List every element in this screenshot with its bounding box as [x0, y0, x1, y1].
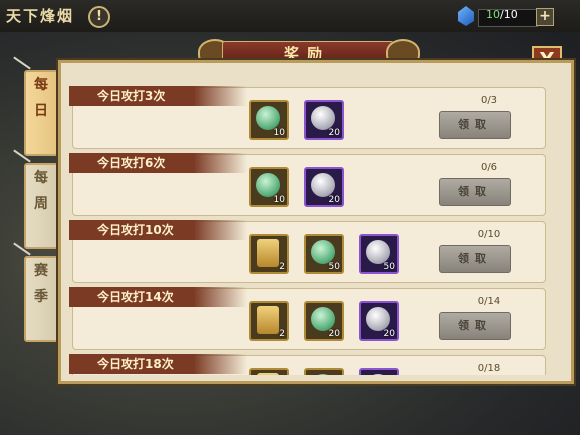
reward-item-silver[interactable]: 50 — [359, 234, 399, 274]
item-quantity: 20 — [328, 195, 340, 205]
task-progress: 0/10 — [477, 229, 501, 240]
item-quantity: 50 — [383, 262, 395, 272]
reward-item-silver[interactable]: 20 — [304, 167, 344, 207]
silver-coin-icon — [366, 374, 390, 375]
item-quantity: 20 — [328, 329, 340, 339]
reward-row: 今日攻打14次 2 20 20 0/14 领取 — [69, 287, 546, 350]
reward-item-silver[interactable]: 20 — [359, 301, 399, 341]
claim-button[interactable]: 领取 — [439, 111, 511, 139]
scroll-icon — [257, 373, 279, 375]
silver-coin-icon — [366, 240, 390, 264]
item-quantity: 20 — [383, 329, 395, 339]
silver-coin-icon — [311, 106, 335, 130]
claim-button[interactable]: 领取 — [439, 245, 511, 273]
item-quantity: 2 — [279, 262, 285, 272]
jade-coin-icon — [256, 173, 280, 197]
tab-daily-label-1: 每 — [34, 77, 48, 93]
task-label: 今日攻打18次 — [69, 354, 247, 374]
scroll-icon — [257, 306, 279, 334]
energy-text: 10/10 — [486, 8, 518, 21]
reward-item-scroll[interactable]: 2 — [249, 234, 289, 274]
tab-season[interactable]: 赛 季 — [24, 256, 58, 342]
tab-weekly-label-2: 周 — [34, 196, 48, 212]
task-progress: 0/18 — [477, 363, 501, 374]
reward-item-jade[interactable] — [304, 368, 344, 375]
task-progress: 0/14 — [477, 296, 501, 307]
reward-row: 今日攻打10次 2 50 50 0/10 领取 — [69, 220, 546, 283]
reward-item-silver[interactable]: 20 — [304, 100, 344, 140]
tab-daily[interactable]: 每 日 — [24, 70, 58, 156]
top-bar: 天下烽烟 ! 10/10 + — [0, 0, 580, 32]
task-label: 今日攻打10次 — [69, 220, 247, 240]
jade-coin-icon — [311, 307, 335, 331]
reward-item-scroll[interactable]: 2 — [249, 301, 289, 341]
item-quantity: 10 — [273, 128, 285, 138]
item-quantity: 2 — [279, 329, 285, 339]
claim-button[interactable]: 领取 — [439, 178, 511, 206]
silver-coin-icon — [311, 173, 335, 197]
tab-season-label-1: 赛 — [34, 263, 48, 279]
game-title: 天下烽烟 — [6, 7, 75, 25]
reward-row: 今日攻打18次 0/18 领取 — [69, 354, 546, 375]
tab-weekly[interactable]: 每 周 — [24, 163, 58, 249]
item-quantity: 10 — [273, 195, 285, 205]
tab-weekly-label-1: 每 — [34, 170, 48, 186]
energy-current: 10 — [486, 8, 500, 21]
reward-list[interactable]: 今日攻打3次 10 20 0/3 领取 今日攻打6次 10 20 0/6 领取 … — [67, 71, 564, 375]
task-progress: 0/6 — [480, 162, 498, 173]
reward-item-jade[interactable]: 10 — [249, 100, 289, 140]
help-icon[interactable]: ! — [88, 6, 110, 28]
silver-coin-icon — [366, 307, 390, 331]
jade-coin-icon — [311, 374, 335, 375]
reward-item-silver[interactable] — [359, 368, 399, 375]
item-quantity: 20 — [328, 128, 340, 138]
jade-coin-icon — [311, 240, 335, 264]
reward-item-jade[interactable]: 20 — [304, 301, 344, 341]
tab-daily-label-2: 日 — [34, 103, 48, 119]
reward-panel: 今日攻打3次 10 20 0/3 领取 今日攻打6次 10 20 0/6 领取 … — [58, 60, 574, 384]
energy-max: /10 — [500, 8, 518, 21]
gem-icon — [458, 6, 474, 26]
reward-item-scroll[interactable] — [249, 368, 289, 375]
reward-row: 今日攻打3次 10 20 0/3 领取 — [69, 86, 546, 149]
tab-season-label-2: 季 — [34, 289, 48, 305]
reward-item-jade[interactable]: 10 — [249, 167, 289, 207]
scroll-icon — [257, 239, 279, 267]
task-label: 今日攻打6次 — [69, 153, 247, 173]
task-label: 今日攻打3次 — [69, 86, 247, 106]
task-label: 今日攻打14次 — [69, 287, 247, 307]
arrow-ornament-icon — [13, 56, 31, 70]
claim-button[interactable]: 领取 — [439, 312, 511, 340]
add-energy-button[interactable]: + — [536, 8, 554, 26]
jade-coin-icon — [256, 106, 280, 130]
task-progress: 0/3 — [480, 95, 498, 106]
reward-row: 今日攻打6次 10 20 0/6 领取 — [69, 153, 546, 216]
reward-item-jade[interactable]: 50 — [304, 234, 344, 274]
item-quantity: 50 — [328, 262, 340, 272]
